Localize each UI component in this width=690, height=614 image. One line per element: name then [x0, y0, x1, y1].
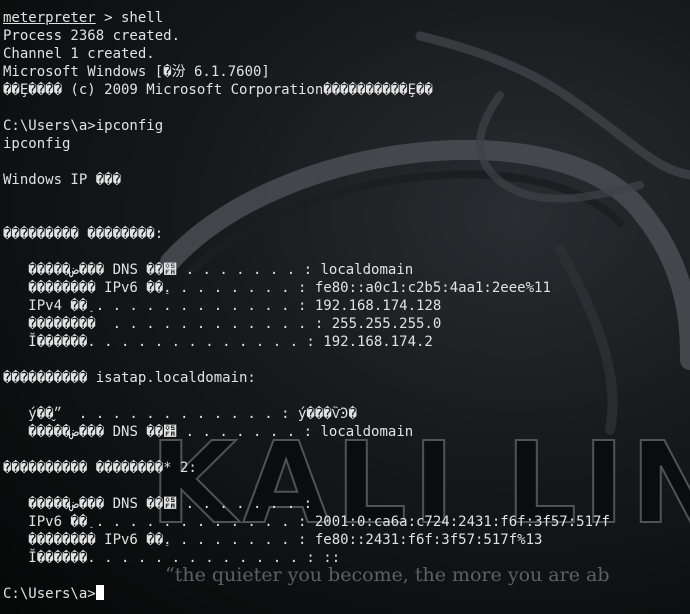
line-text: C:\Users\a>ipconfig [3, 118, 164, 134]
terminal-line: Windows IP ��� [3, 171, 610, 189]
line-text: ý��״̬ . . . . . . . . . . . . : ý���ѶϿ� [3, 406, 357, 422]
meterpreter-prompt: meterpreter [3, 10, 96, 26]
line-text: Channel 1 created. [3, 46, 155, 62]
line-text: �������� IPv6 ��ַ. . . . . . . . : fe80:… [3, 532, 543, 548]
line-text: Ĭ������. . . . . . . . . . . . . : :: [3, 550, 341, 566]
terminal-line: ipconfig [3, 135, 610, 153]
line-text: �����ض��� DNS ��׺ . . . . . . . : [3, 496, 313, 512]
terminal-line: �����ض��� DNS ��׺ . . . . . . . : locald… [3, 423, 610, 441]
line-text: ��������� ��������: [3, 226, 164, 242]
line-text: �������� . . . . . . . . . . . . : 255.2… [3, 316, 442, 332]
line-text: ���������� isatap.localdomain: [3, 370, 256, 386]
terminal-line: �������� IPv6 ��ַ. . . . . . . . : fe80:… [3, 279, 610, 297]
line-text: �������� IPv6 ��ַ. . . . . . . . : fe80:… [3, 280, 551, 296]
line-text: IPv4 ��ַ . . . . . . . . . . . . : 192.1… [3, 298, 442, 314]
terminal-line: Ĭ������. . . . . . . . . . . . . : 192.1… [3, 333, 610, 351]
terminal-line: Channel 1 created. [3, 45, 610, 63]
line-text: Process 2368 created. [3, 28, 181, 44]
terminal-line: �����ض��� DNS ��׺ . . . . . . . : locald… [3, 261, 610, 279]
line-text: IPv6 ��ַ . . . . . . . . . . . . : 2001:… [3, 514, 610, 530]
line-text: C:\Users\a> [3, 586, 96, 602]
command-text: > shell [95, 10, 164, 26]
line-text: ipconfig [3, 136, 71, 152]
terminal-line: ��������� ��������: [3, 225, 610, 243]
line-text: �����ض��� DNS ��׺ . . . . . . . : locald… [3, 424, 414, 440]
terminal-line: Ĭ������. . . . . . . . . . . . . : :: [3, 549, 610, 567]
terminal-line: meterpreter > shell [3, 9, 610, 27]
line-text: ��Ȩ���� (c) 2009 Microsoft Corporation��… [3, 82, 433, 98]
terminal-line: Microsoft Windows [�汾 6.1.7600] [3, 63, 610, 81]
terminal-line: Process 2368 created. [3, 27, 610, 45]
terminal-output: meterpreter > shell Process 2368 created.… [3, 9, 610, 603]
terminal-window[interactable]: KALI LINU “the quieter you become, the m… [0, 0, 690, 614]
terminal-line: C:\Users\a> [3, 585, 610, 603]
line-text: Windows IP ��� [3, 172, 122, 188]
line-text: �����ض��� DNS ��׺ . . . . . . . : locald… [3, 262, 414, 278]
terminal-line: ��Ȩ���� (c) 2009 Microsoft Corporation��… [3, 81, 610, 99]
terminal-line: C:\Users\a>ipconfig [3, 117, 610, 135]
terminal-line: ý��״̬ . . . . . . . . . . . . : ý���ѶϿ� [3, 405, 610, 423]
terminal-line: IPv4 ��ַ . . . . . . . . . . . . : 192.1… [3, 297, 610, 315]
line-text: ���������� ��������* 2: [3, 460, 197, 476]
terminal-line: �����ض��� DNS ��׺ . . . . . . . : [3, 495, 610, 513]
terminal-line: ���������� isatap.localdomain: [3, 369, 610, 387]
terminal-line: IPv6 ��ַ . . . . . . . . . . . . : 2001:… [3, 513, 610, 531]
terminal-line: �������� . . . . . . . . . . . . : 255.2… [3, 315, 610, 333]
terminal-line: ���������� ��������* 2: [3, 459, 610, 477]
line-text: Microsoft Windows [�汾 6.1.7600] [3, 64, 270, 80]
terminal-cursor[interactable] [95, 585, 104, 600]
line-text: Ĭ������. . . . . . . . . . . . . : 192.1… [3, 334, 433, 350]
terminal-line: �������� IPv6 ��ַ. . . . . . . . : fe80:… [3, 531, 610, 549]
